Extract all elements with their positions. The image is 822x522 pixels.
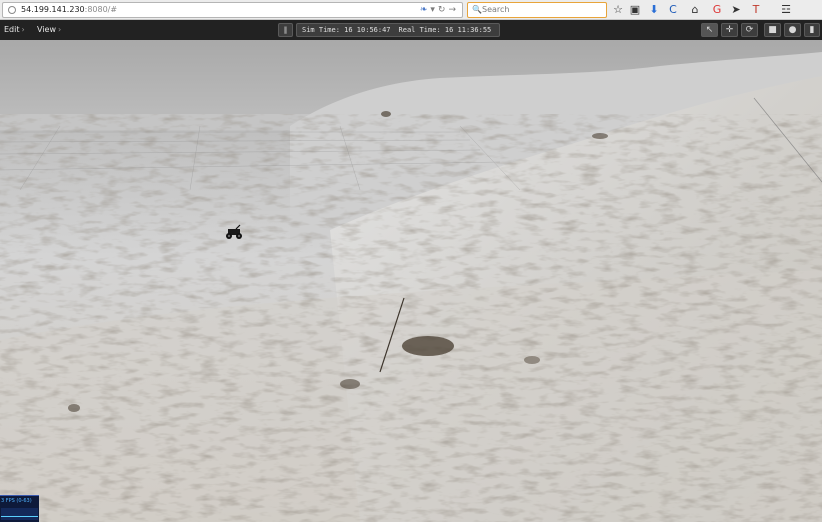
sim-time-label: Sim Time: bbox=[302, 26, 340, 34]
select-arrow-icon: ↖ bbox=[705, 25, 714, 35]
dropdown-arrow-icon[interactable]: ▾ bbox=[430, 5, 435, 15]
url-text: 54.199.141.230:8080/# bbox=[21, 3, 117, 17]
rotate-icon: ⟳ bbox=[745, 25, 754, 35]
url-field[interactable]: 54.199.141.230:8080/# ❧ ▾ ↻ → bbox=[2, 2, 463, 18]
select-mode-button[interactable]: ↖ bbox=[701, 23, 718, 37]
twitter-icon[interactable]: ❧ bbox=[420, 5, 428, 15]
chevron-right-icon: › bbox=[57, 25, 62, 34]
reading-list-icon[interactable]: ▣ bbox=[627, 2, 643, 18]
terrain-texture bbox=[0, 114, 822, 522]
globe-icon bbox=[8, 6, 16, 14]
pause-button[interactable]: ‖ bbox=[278, 23, 293, 37]
3d-viewport[interactable]: 3 FPS (0-63) bbox=[0, 40, 822, 522]
url-host: 54.199.141.230 bbox=[21, 5, 85, 14]
real-time-label: Real Time: bbox=[398, 26, 441, 34]
rotate-mode-button[interactable]: ⟳ bbox=[741, 23, 758, 37]
app-window: 54.199.141.230:8080/# ❧ ▾ ↻ → 🔍 Search ☆ ▣ ⬇ C… bbox=[0, 0, 822, 522]
menu-view[interactable]: View › bbox=[37, 20, 61, 40]
app-menu-bar: Edit › View › ‖ Sim Time: 16 10:56:47 Real … bbox=[0, 20, 822, 40]
chevron-right-icon: › bbox=[21, 25, 25, 34]
fps-graph bbox=[1, 508, 38, 520]
search-icon: 🔍 bbox=[472, 5, 482, 14]
fps-text: 3 FPS (0-63) bbox=[1, 498, 32, 504]
translate-icon: ✛ bbox=[725, 25, 734, 35]
cylinder-shape-icon: ▮ bbox=[809, 25, 815, 35]
url-actions: ❧ ▾ ↻ → bbox=[417, 3, 456, 17]
menu-edit-label: Edit bbox=[4, 25, 20, 34]
downloads-icon[interactable]: ⬇ bbox=[646, 2, 662, 18]
home-icon[interactable]: ⌂ bbox=[687, 2, 703, 18]
bookmark-star-icon[interactable]: ☆ bbox=[610, 2, 626, 18]
url-port-path: :8080/# bbox=[84, 5, 118, 14]
menu-edit[interactable]: Edit › bbox=[4, 20, 25, 40]
sphere-shape-icon: ● bbox=[788, 25, 797, 35]
time-display: Sim Time: 16 10:56:47 Real Time: 16 11:36… bbox=[296, 23, 500, 37]
insert-cylinder-button[interactable]: ▮ bbox=[804, 23, 820, 37]
browser-toolbar: 54.199.141.230:8080/# ❧ ▾ ↻ → 🔍 Search ☆ ▣ ⬇ C… bbox=[0, 0, 822, 20]
extension-c-icon[interactable]: C bbox=[665, 2, 681, 18]
pause-icon: ‖ bbox=[283, 26, 288, 34]
go-icon[interactable]: → bbox=[448, 5, 456, 15]
menu-view-label: View bbox=[37, 25, 56, 34]
sim-time-value: 16 10:56:47 bbox=[344, 26, 391, 34]
translate-mode-button[interactable]: ✛ bbox=[721, 23, 738, 37]
fps-stats-panel: 3 FPS (0-63) bbox=[0, 495, 39, 522]
send-icon[interactable]: ➤ bbox=[728, 2, 744, 18]
reload-icon[interactable]: ↻ bbox=[438, 5, 446, 15]
terrain-render bbox=[0, 40, 822, 522]
tools-icon[interactable]: ☲ bbox=[778, 2, 794, 18]
insert-sphere-button[interactable]: ● bbox=[784, 23, 801, 37]
box-shape-icon: ■ bbox=[768, 25, 777, 35]
extension-g-icon[interactable]: G bbox=[709, 2, 725, 18]
search-input[interactable]: 🔍 Search bbox=[467, 2, 607, 18]
extension-t-icon[interactable]: T bbox=[748, 2, 764, 18]
real-time-value: 16 11:36:55 bbox=[444, 26, 492, 34]
search-placeholder: Search bbox=[482, 5, 510, 14]
insert-box-button[interactable]: ■ bbox=[764, 23, 781, 37]
